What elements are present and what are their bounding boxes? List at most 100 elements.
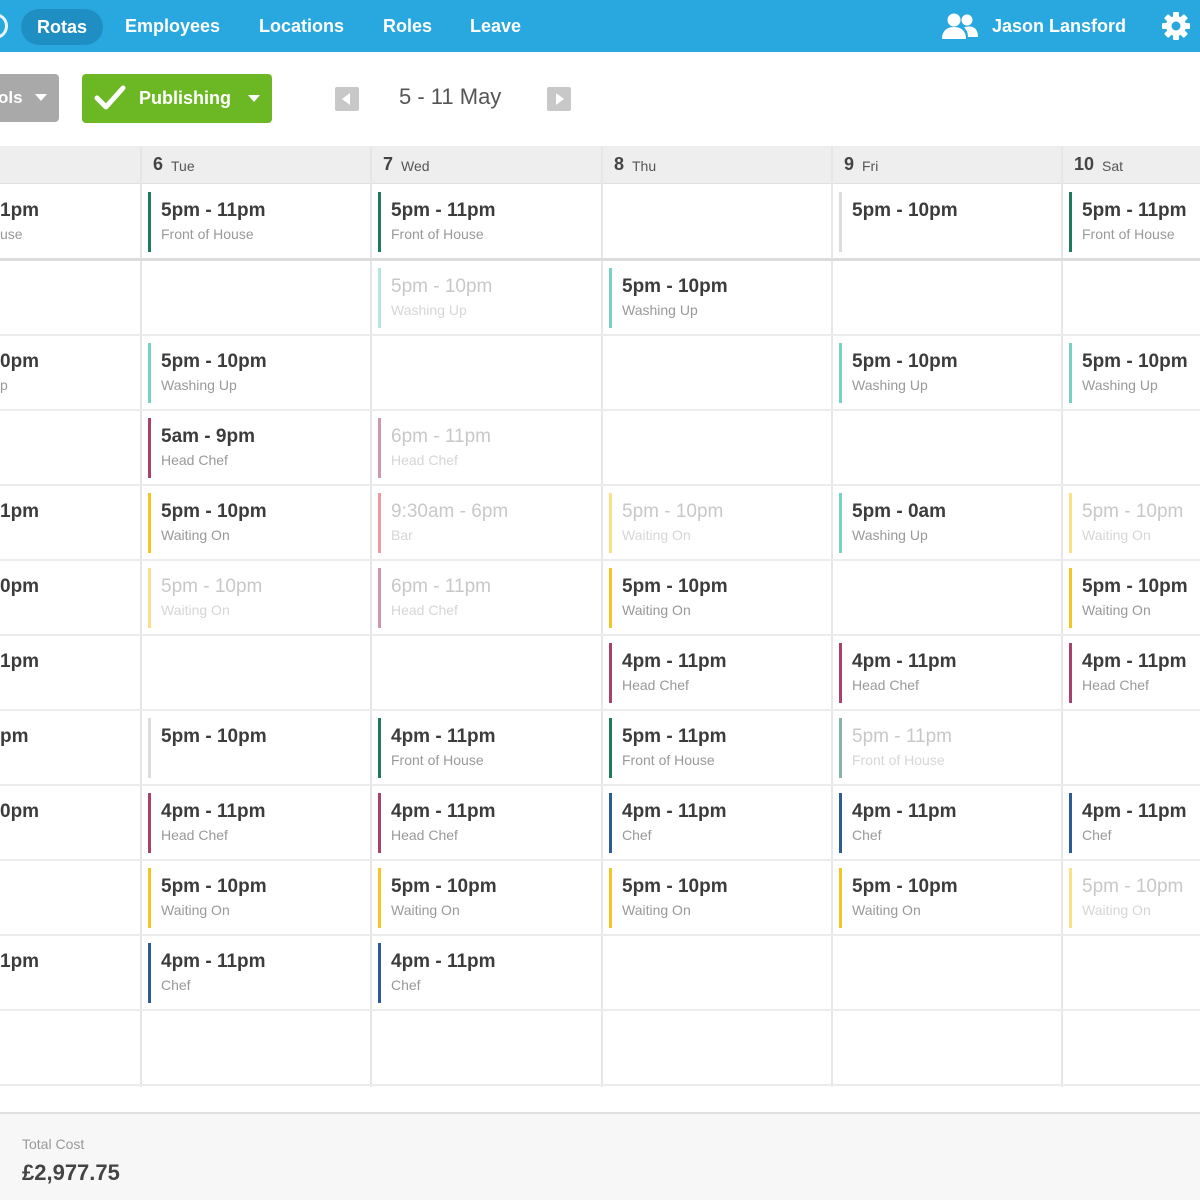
shift-card[interactable]: 5pm - 11pm Front of House <box>839 718 1059 778</box>
publishing-button-label: Publishing <box>139 88 231 108</box>
shift-role: Washing Up <box>622 302 698 318</box>
shift-time: 4pm - 11pm <box>1082 801 1187 822</box>
shift-card[interactable]: 5pm - 10pm Washing Up <box>1069 343 1200 403</box>
total-cost-label: Total Cost <box>22 1136 85 1152</box>
previous-week-button[interactable] <box>335 87 359 111</box>
shift-card[interactable]: 5pm - 10pm Waiting On <box>609 568 829 628</box>
shift-role: Head Chef <box>161 827 228 843</box>
day-name: Fri <box>862 158 879 174</box>
partial-shift-card[interactable]: 0pm <box>0 568 140 628</box>
shift-card[interactable]: 5pm - 0am Washing Up <box>839 493 1059 553</box>
shift-role: Waiting On <box>161 527 230 543</box>
checkmark-icon <box>94 85 126 110</box>
role-color-bar <box>839 343 842 403</box>
shift-role: Waiting On <box>1082 602 1151 618</box>
shift-time: 5pm - 10pm <box>161 351 267 372</box>
shift-time: 5pm - 10pm <box>161 876 267 897</box>
shift-card[interactable]: 4pm - 11pm Chef <box>148 943 368 1003</box>
shift-card[interactable]: 5pm - 10pm Waiting On <box>378 868 598 928</box>
partial-shift-card[interactable]: 0pm <box>0 793 140 853</box>
shift-card[interactable]: 5pm - 11pm Front of House <box>609 718 829 778</box>
shift-card[interactable]: 5pm - 10pm Waiting On <box>609 868 829 928</box>
shift-card[interactable]: 5pm - 10pm Waiting On <box>148 868 368 928</box>
shift-card[interactable]: 5pm - 10pm Waiting On <box>609 493 829 553</box>
shift-card[interactable]: 5pm - 10pm Waiting On <box>148 493 368 553</box>
role-color-bar <box>148 418 151 478</box>
cost-footer: Total Cost £2,977.75 <box>0 1112 1200 1200</box>
back-icon[interactable] <box>0 13 8 39</box>
shift-card[interactable]: 4pm - 11pm Chef <box>1069 793 1200 853</box>
shift-role: Head Chef <box>622 677 689 693</box>
shift-card[interactable]: 5pm - 11pm Front of House <box>1069 192 1200 252</box>
users-icon <box>942 13 978 39</box>
role-color-bar <box>1069 493 1072 553</box>
shift-card[interactable]: 5pm - 10pm Waiting On <box>839 868 1059 928</box>
shift-card[interactable]: 5pm - 11pm Front of House <box>148 192 368 252</box>
shift-time: 5pm - 11pm <box>391 200 496 221</box>
top-navigation-bar: Rotas Employees Locations Roles Leave Ja… <box>0 0 1200 52</box>
partial-shift-card[interactable]: 1pm <box>0 493 140 553</box>
shift-card[interactable]: 5pm - 10pm Waiting On <box>1069 493 1200 553</box>
gear-icon[interactable] <box>1161 11 1191 41</box>
column-divider <box>1061 146 1063 1087</box>
shift-card[interactable]: 5pm - 10pm Waiting On <box>1069 568 1200 628</box>
shift-card[interactable]: 4pm - 11pm Chef <box>839 793 1059 853</box>
row-divider <box>0 859 1200 861</box>
shift-role: Head Chef <box>391 602 458 618</box>
shift-card[interactable]: 5pm - 10pm Waiting On <box>148 568 368 628</box>
nav-tab-employees[interactable]: Employees <box>125 0 220 52</box>
role-color-bar <box>378 868 381 928</box>
shift-card[interactable]: 4pm - 11pm Chef <box>378 943 598 1003</box>
shift-time: 6pm - 11pm <box>391 426 491 447</box>
shift-card[interactable]: 5pm - 10pm Waiting On <box>1069 868 1200 928</box>
day-name: Wed <box>401 158 430 174</box>
role-color-bar <box>839 793 842 853</box>
shift-time: 1pm <box>0 951 40 972</box>
week-date-range: 5 - 11 May <box>399 84 502 109</box>
role-color-bar <box>148 793 151 853</box>
shift-card[interactable]: 4pm - 11pm Head Chef <box>609 643 829 703</box>
shift-card[interactable]: 4pm - 11pm Head Chef <box>378 793 598 853</box>
user-menu[interactable]: Jason Lansford <box>940 0 1126 52</box>
partial-shift-card[interactable]: 1pm use <box>0 192 140 252</box>
shift-card[interactable]: 6pm - 11pm Head Chef <box>378 568 598 628</box>
shift-card[interactable]: 4pm - 11pm Front of House <box>378 718 598 778</box>
role-color-bar <box>378 943 381 1003</box>
nav-tab-roles[interactable]: Roles <box>383 0 432 52</box>
shift-time: 5pm - 10pm <box>1082 501 1184 522</box>
day-header-sat: 10 Sat <box>1062 146 1200 184</box>
shift-card[interactable]: 4pm - 11pm Chef <box>609 793 829 853</box>
shift-card[interactable]: 5pm - 10pm <box>148 718 368 778</box>
role-color-bar <box>1069 868 1072 928</box>
shift-card[interactable]: 4pm - 11pm Head Chef <box>148 793 368 853</box>
shift-card[interactable]: 5pm - 10pm Washing Up <box>378 268 598 328</box>
shift-card[interactable]: 5pm - 10pm <box>839 192 1059 252</box>
publishing-dropdown-button[interactable]: Publishing <box>82 74 272 123</box>
shift-card[interactable]: 5pm - 11pm Front of House <box>378 192 598 252</box>
partial-shift-card[interactable]: 0pm p <box>0 343 140 403</box>
column-divider <box>140 146 142 1087</box>
tools-dropdown-button[interactable]: ols <box>0 74 59 122</box>
shift-role: Front of House <box>161 226 254 242</box>
shift-role: Chef <box>1082 827 1112 843</box>
shift-card[interactable]: 9:30am - 6pm Bar <box>378 493 598 553</box>
shift-card[interactable]: 5pm - 10pm Washing Up <box>839 343 1059 403</box>
shift-card[interactable]: 6pm - 11pm Head Chef <box>378 418 598 478</box>
shift-card[interactable]: 5pm - 10pm Washing Up <box>609 268 829 328</box>
next-week-button[interactable] <box>547 87 571 111</box>
shift-card[interactable]: 5am - 9pm Head Chef <box>148 418 368 478</box>
nav-tab-leave[interactable]: Leave <box>470 0 521 52</box>
row-divider <box>0 1009 1200 1011</box>
shift-card[interactable]: 5pm - 10pm Washing Up <box>148 343 368 403</box>
nav-tab-rotas[interactable]: Rotas <box>21 9 104 45</box>
shift-card[interactable]: 4pm - 11pm Head Chef <box>839 643 1059 703</box>
partial-shift-card[interactable]: 1pm <box>0 943 140 1003</box>
shift-card[interactable]: 4pm - 11pm Head Chef <box>1069 643 1200 703</box>
shift-time: 5pm - 10pm <box>161 576 263 597</box>
shift-role: Head Chef <box>161 452 228 468</box>
partial-shift-card[interactable]: pm <box>0 718 140 778</box>
nav-tab-locations[interactable]: Locations <box>259 0 344 52</box>
partial-shift-card[interactable]: 1pm <box>0 643 140 703</box>
shift-time: 4pm - 11pm <box>1082 651 1187 672</box>
day-name: Thu <box>632 158 657 174</box>
